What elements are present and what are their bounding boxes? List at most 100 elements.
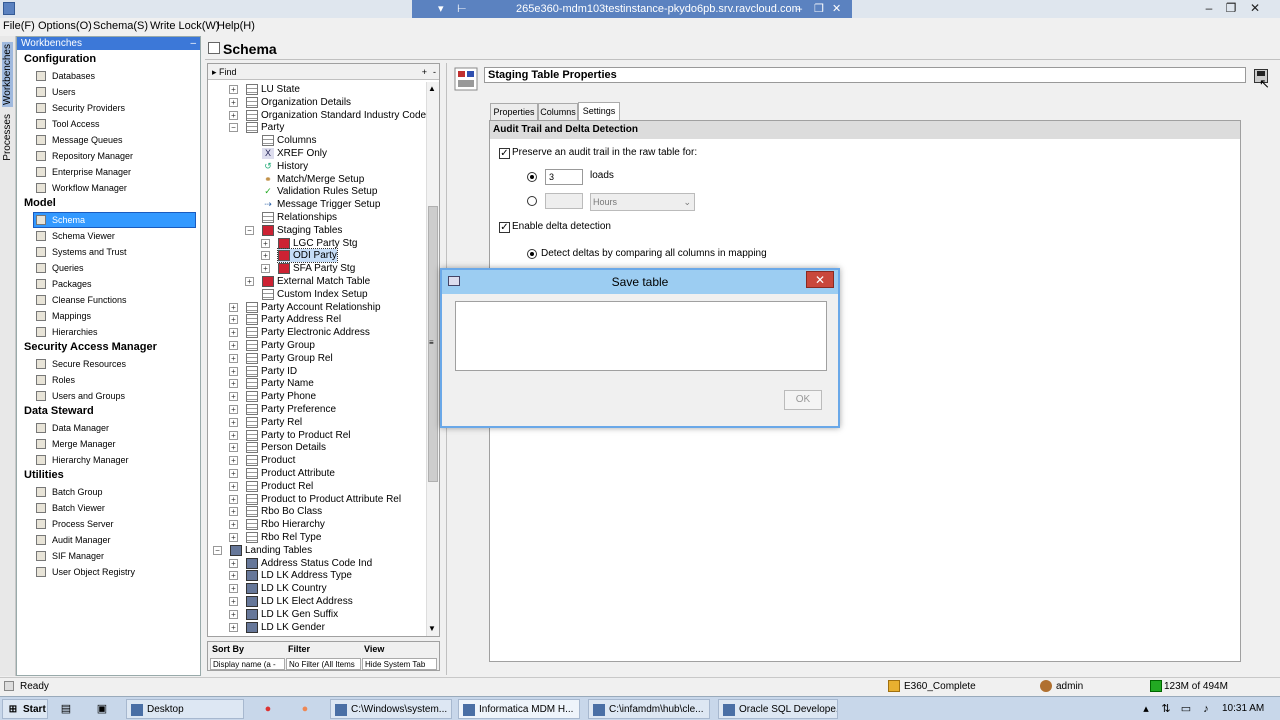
expand-node-icon[interactable]: + <box>229 520 238 530</box>
tray-expand-icon[interactable]: ▴ <box>1138 701 1154 717</box>
tree-node[interactable]: Product <box>246 454 295 467</box>
tree-node[interactable]: LD LK Address Type <box>246 569 352 582</box>
expand-node-icon[interactable]: + <box>229 302 238 312</box>
expand-node-icon[interactable]: + <box>229 97 238 107</box>
tree-scrollbar[interactable]: ▲ ≡ ▼ <box>426 82 439 636</box>
tree-node[interactable]: ⚭ Match/Merge Setup <box>262 173 364 186</box>
expand-node-icon[interactable]: + <box>229 405 238 414</box>
tree-node[interactable]: Party Preference <box>246 403 336 416</box>
tree-node[interactable]: ↺ History <box>262 160 308 173</box>
menu-write-lock[interactable]: Write Lock(W) <box>150 20 219 32</box>
tree-node[interactable]: Party Group <box>246 339 315 352</box>
ok-button[interactable]: OK <box>784 390 822 410</box>
connection-tray-icon[interactable]: ▭ <box>1178 701 1194 717</box>
nav-item-schema[interactable]: Schema <box>33 212 196 228</box>
nav-item-databases[interactable]: Databases <box>34 69 195 83</box>
tree-node[interactable]: Party Rel <box>246 416 302 429</box>
nav-item-users-and-groups[interactable]: Users and Groups <box>34 389 195 403</box>
compare-all-columns-radio[interactable] <box>527 249 537 259</box>
close-button[interactable]: ✕ <box>1244 0 1266 18</box>
expand-node-icon[interactable]: + <box>229 328 238 338</box>
tree-collapse-all-icon[interactable]: - <box>433 64 436 80</box>
expand-node-icon[interactable]: + <box>229 353 238 363</box>
expand-node-icon[interactable]: + <box>229 609 238 619</box>
nav-item-repository-manager[interactable]: Repository Manager <box>34 149 195 163</box>
nav-item-queries[interactable]: Queries <box>34 261 195 275</box>
tab-columns[interactable]: Columns <box>538 103 578 120</box>
tree-node[interactable]: Custom Index Setup <box>262 288 368 301</box>
tree-node[interactable]: Staging Tables <box>262 224 342 237</box>
nav-item-batch-group[interactable]: Batch Group <box>34 485 195 499</box>
nav-item-merge-manager[interactable]: Merge Manager <box>34 437 195 451</box>
nav-item-users[interactable]: Users <box>34 85 195 99</box>
tree-node[interactable]: Party Address Rel <box>246 313 341 326</box>
tree-expand-all-icon[interactable]: + <box>422 64 427 80</box>
hours-select[interactable]: Hours ⌄ <box>590 193 695 211</box>
nav-item-sif-manager[interactable]: SIF Manager <box>34 549 195 563</box>
tree-node[interactable]: ✓ Validation Rules Setup <box>262 185 377 198</box>
tree-node[interactable]: Product Rel <box>246 480 313 493</box>
loads-radio[interactable] <box>527 172 537 182</box>
explorer-icon[interactable]: ▤ <box>58 701 74 717</box>
tree-node[interactable]: LD LK Elect Address <box>246 595 353 608</box>
expand-node-icon[interactable]: + <box>229 533 238 542</box>
tree-node[interactable]: ⇢ Message Trigger Setup <box>262 198 380 211</box>
expand-node-icon[interactable]: + <box>229 558 238 568</box>
tree-node[interactable]: Party Group Rel <box>246 352 333 365</box>
start-button[interactable]: ⊞ Start <box>2 699 48 719</box>
menu-help[interactable]: Help(H) <box>217 20 255 32</box>
nav-item-audit-manager[interactable]: Audit Manager <box>34 533 195 547</box>
tree-node[interactable]: Columns <box>262 134 316 147</box>
tree-node[interactable]: Party Phone <box>246 390 316 403</box>
sort-by-select[interactable]: Display name (a - <box>210 658 285 670</box>
expand-node-icon[interactable]: + <box>229 597 238 606</box>
expand-node-icon[interactable]: + <box>261 251 270 261</box>
find-bar[interactable]: ▸ Find + - <box>208 64 439 80</box>
expand-node-icon[interactable]: + <box>229 85 238 94</box>
chrome-icon[interactable]: ● <box>260 701 276 717</box>
menu-schema[interactable]: Schema(S) <box>93 20 148 32</box>
nav-item-secure-resources[interactable]: Secure Resources <box>34 357 195 371</box>
expand-node-icon[interactable]: + <box>229 571 238 581</box>
tree-node[interactable]: Product Attribute <box>246 467 335 480</box>
tree-node[interactable]: Party <box>246 121 284 134</box>
expand-node-icon[interactable]: + <box>229 341 238 350</box>
nav-item-batch-viewer[interactable]: Batch Viewer <box>34 501 195 515</box>
tree-node[interactable]: Organization Standard Industry Code <box>246 109 426 122</box>
expand-node-icon[interactable]: + <box>229 430 238 440</box>
collapse-icon[interactable]: – <box>190 37 196 50</box>
expand-node-icon[interactable]: + <box>261 264 270 274</box>
restore-icon[interactable]: ❐ <box>814 0 824 18</box>
expand-node-icon[interactable]: + <box>229 392 238 402</box>
tree-node[interactable]: Party ID <box>246 365 297 378</box>
menu-file[interactable]: File(F) <box>3 20 35 32</box>
tree-node[interactable]: Landing Tables <box>230 544 312 557</box>
nav-item-tool-access[interactable]: Tool Access <box>34 117 195 131</box>
firefox-icon[interactable]: ● <box>297 701 313 717</box>
nav-item-security-providers[interactable]: Security Providers <box>34 101 195 115</box>
expand-node-icon[interactable]: + <box>229 443 238 453</box>
collapse-node-icon[interactable]: − <box>245 225 254 235</box>
nav-item-schema-viewer[interactable]: Schema Viewer <box>34 229 195 243</box>
nav-item-hierarchies[interactable]: Hierarchies <box>34 325 195 339</box>
tree-node[interactable]: Person Details <box>246 441 326 454</box>
audit-trail-checkbox[interactable]: ✓ <box>499 148 510 159</box>
tree-node[interactable]: External Match Table <box>262 275 370 288</box>
expand-node-icon[interactable]: + <box>229 494 238 504</box>
tab-properties[interactable]: Properties <box>490 103 538 120</box>
minimize-button[interactable]: – <box>1198 0 1220 18</box>
pin-icon[interactable]: ▾ <box>438 0 444 18</box>
nav-item-hierarchy-manager[interactable]: Hierarchy Manager <box>34 453 195 467</box>
tab-workbenches[interactable]: Workbenches <box>2 42 13 107</box>
expand-node-icon[interactable]: + <box>229 481 238 491</box>
tree-node[interactable]: LD LK Gen Suffix <box>246 608 338 621</box>
nav-item-user-object-registry[interactable]: User Object Registry <box>34 565 195 579</box>
taskbar-item[interactable]: Informatica MDM H... <box>458 699 580 719</box>
nav-item-roles[interactable]: Roles <box>34 373 195 387</box>
tree-node[interactable]: SFA Party Stg <box>278 262 355 275</box>
delta-detection-checkbox[interactable]: ✓ <box>499 222 510 233</box>
menu-options[interactable]: Options(O) <box>38 20 92 32</box>
nav-item-message-queues[interactable]: Message Queues <box>34 133 195 147</box>
minimize-icon[interactable]: – <box>796 0 802 18</box>
expand-node-icon[interactable]: + <box>229 507 238 517</box>
